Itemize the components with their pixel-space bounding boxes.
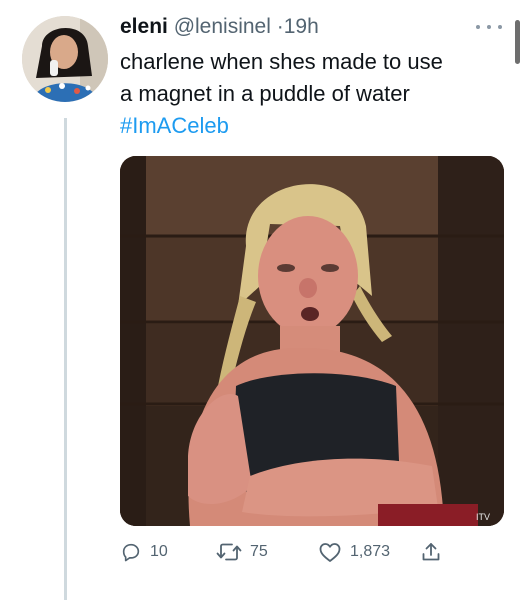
- like-button[interactable]: 1,873: [318, 538, 390, 566]
- tweet-text-line: a magnet in a puddle of water: [120, 81, 410, 106]
- reply-button[interactable]: 10: [120, 538, 168, 566]
- more-dots-icon[interactable]: [476, 20, 502, 34]
- share-icon: [422, 543, 440, 561]
- share-button[interactable]: [420, 538, 442, 566]
- hashtag-link[interactable]: #ImACeleb: [120, 110, 510, 142]
- more-dot: [487, 25, 491, 29]
- media-watermark: ITV: [476, 512, 490, 522]
- media-photo: ITV: [120, 156, 504, 526]
- tweet-header: eleni @lenisinel ·19h: [120, 14, 319, 40]
- more-dot: [498, 25, 502, 29]
- tweet-text: charlene when shes made to use a magnet …: [120, 46, 510, 142]
- retweet-icon: [216, 543, 242, 561]
- display-name[interactable]: eleni: [120, 15, 168, 38]
- thread-line: [64, 118, 67, 600]
- reply-icon: [122, 543, 140, 562]
- tweet-text-line: charlene when shes made to use: [120, 49, 443, 74]
- retweet-count: 75: [250, 543, 268, 560]
- avatar-photo: [22, 16, 108, 102]
- user-handle[interactable]: @lenisinel: [174, 15, 271, 38]
- avatar[interactable]: [22, 16, 108, 102]
- tweet-timestamp[interactable]: 19h: [284, 15, 319, 38]
- separator-dot: ·: [276, 15, 284, 38]
- scrollbar[interactable]: [515, 20, 520, 64]
- reply-count: 10: [150, 543, 168, 560]
- tweet-actions: 10 75 1,873: [120, 538, 460, 566]
- like-count: 1,873: [350, 543, 391, 560]
- more-dot: [476, 25, 480, 29]
- retweet-button[interactable]: 75: [216, 538, 268, 566]
- heart-icon: [319, 543, 341, 562]
- tweet-media-image[interactable]: ITV: [120, 156, 504, 526]
